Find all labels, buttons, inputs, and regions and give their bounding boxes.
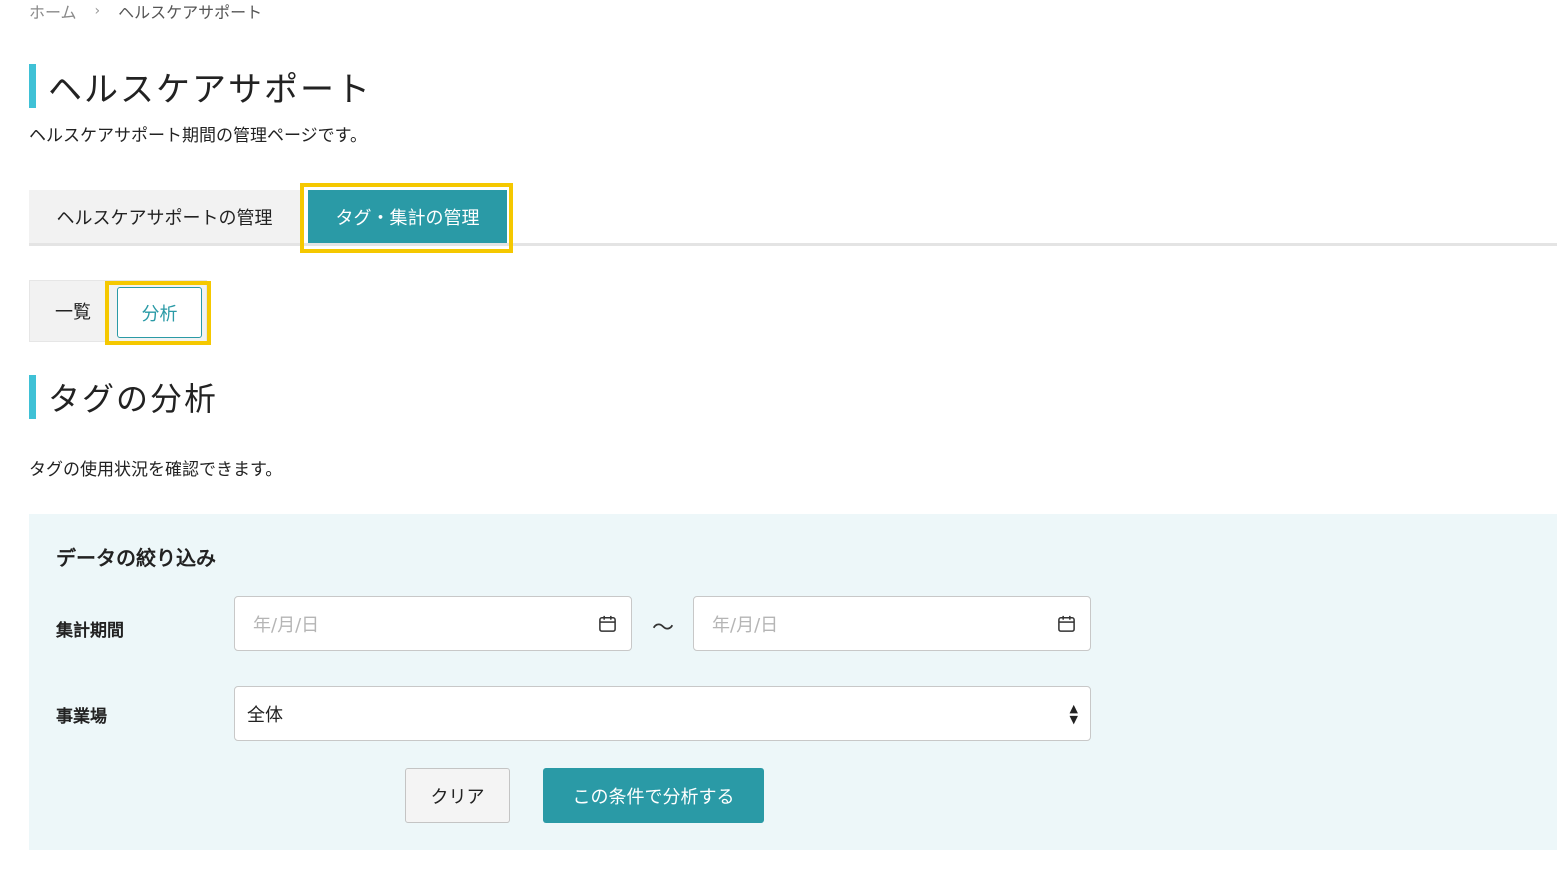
section-heading: タグの分析 bbox=[29, 374, 219, 419]
section-title: タグの分析 bbox=[48, 379, 219, 418]
page-title: ヘルスケアサポート bbox=[48, 69, 372, 110]
page-description: ヘルスケアサポート期間の管理ページです。 bbox=[29, 126, 367, 146]
end-date-placeholder: 年/月/日 bbox=[712, 614, 779, 636]
calendar-icon[interactable] bbox=[598, 614, 617, 633]
subtab-list[interactable]: 一覧 bbox=[30, 281, 116, 341]
breadcrumb: ホーム › ヘルスケアサポート bbox=[29, 0, 262, 22]
filter-title: データの絞り込み bbox=[56, 546, 216, 570]
analyze-button[interactable]: この条件で分析する bbox=[543, 768, 764, 823]
site-select-value: 全体 bbox=[247, 704, 283, 726]
start-date-input[interactable]: 年/月/日 bbox=[234, 596, 632, 651]
section-accent-bar bbox=[29, 374, 36, 419]
breadcrumb-home-link[interactable]: ホーム bbox=[29, 0, 77, 23]
tab-tag-aggregation-management[interactable]: タグ・集計の管理 bbox=[308, 190, 507, 243]
heading-accent-bar bbox=[29, 64, 36, 108]
period-label: 集計期間 bbox=[56, 621, 124, 641]
subtab-analysis[interactable]: 分析 bbox=[117, 287, 202, 338]
breadcrumb-current: ヘルスケアサポート bbox=[118, 3, 263, 22]
section-description: タグの使用状況を確認できます。 bbox=[29, 460, 283, 480]
clear-button[interactable]: クリア bbox=[405, 768, 510, 823]
tab-healthcare-support-management[interactable]: ヘルスケアサポートの管理 bbox=[29, 190, 300, 243]
sub-tab-bar: 一覧 分析 bbox=[29, 280, 207, 342]
select-arrows-icon: ▲ ▼ bbox=[1069, 701, 1078, 726]
main-tab-bar: ヘルスケアサポートの管理 タグ・集計の管理 bbox=[29, 190, 1557, 246]
calendar-icon[interactable] bbox=[1057, 614, 1076, 633]
filter-panel: データの絞り込み 集計期間 年/月/日 ～ 年/月/日 事業場 全体 ▲ ▼ クリ… bbox=[29, 514, 1557, 850]
site-label: 事業場 bbox=[56, 707, 107, 727]
chevron-right-icon: › bbox=[94, 3, 101, 19]
site-select[interactable]: 全体 ▲ ▼ bbox=[234, 686, 1091, 741]
date-range-separator: ～ bbox=[652, 616, 675, 641]
page-heading: ヘルスケアサポート bbox=[29, 64, 372, 110]
end-date-input[interactable]: 年/月/日 bbox=[693, 596, 1091, 651]
start-date-placeholder: 年/月/日 bbox=[253, 614, 320, 636]
